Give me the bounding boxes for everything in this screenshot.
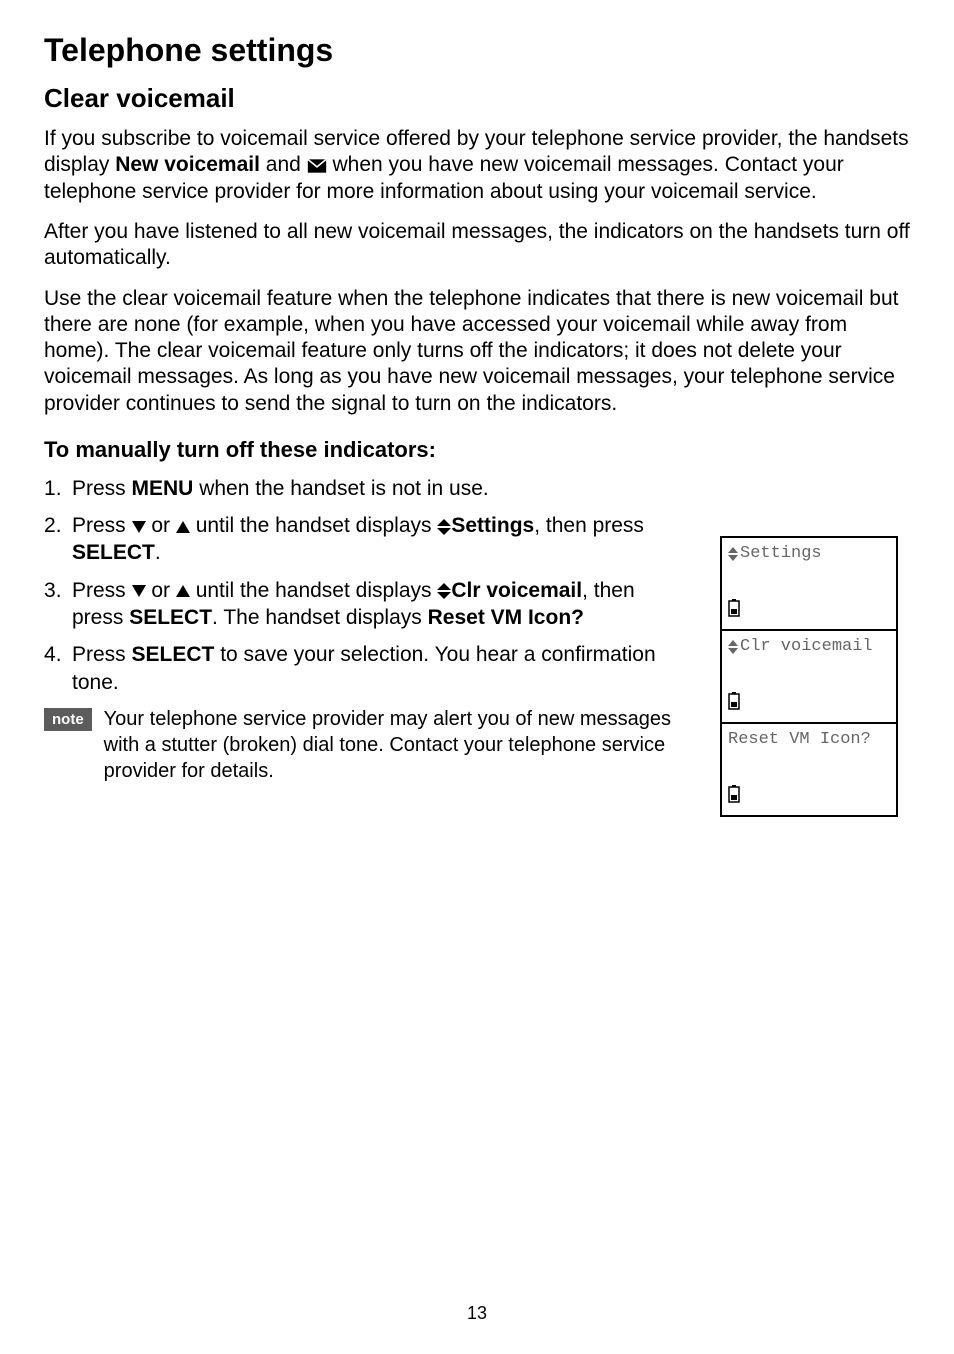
step2-c: , then press bbox=[534, 514, 644, 537]
paragraph-1: If you subscribe to voicemail service of… bbox=[44, 126, 914, 205]
step3-b: until the handset displays bbox=[190, 579, 438, 602]
step3-a: Press bbox=[72, 579, 132, 602]
updown-arrow-icon bbox=[728, 640, 738, 654]
menu-key-label: MENU bbox=[132, 477, 194, 500]
step4-a: Press bbox=[72, 643, 132, 666]
envelope-icon bbox=[307, 153, 327, 179]
step-1: Press MENU when the handset is not in us… bbox=[44, 475, 684, 502]
up-arrow-icon bbox=[176, 521, 190, 533]
step-2: Press or until the handset displays Sett… bbox=[44, 512, 684, 567]
note-badge: note bbox=[44, 708, 92, 731]
battery-icon bbox=[728, 599, 890, 623]
new-voicemail-label: New voicemail bbox=[115, 153, 260, 176]
note-block: note Your telephone service provider may… bbox=[44, 706, 694, 784]
screen-text: Clr voicemail bbox=[740, 637, 873, 656]
updown-arrow-icon bbox=[728, 547, 738, 561]
para1-part-c: and bbox=[260, 153, 307, 176]
select-key-label: SELECT bbox=[72, 541, 155, 564]
clr-voicemail-label: Clr voicemail bbox=[451, 579, 582, 602]
updown-arrow-icon bbox=[437, 583, 451, 599]
step3-or: or bbox=[146, 579, 176, 602]
subheading: To manually turn off these indicators: bbox=[44, 437, 914, 463]
down-arrow-icon bbox=[132, 521, 146, 533]
down-arrow-icon bbox=[132, 585, 146, 597]
handset-screens: Settings Clr voicemail Reset VM Icon? bbox=[720, 536, 898, 815]
steps-list: Press MENU when the handset is not in us… bbox=[44, 475, 684, 696]
step1-a: Press bbox=[72, 477, 132, 500]
screen-reset-vm: Reset VM Icon? bbox=[720, 722, 898, 817]
updown-arrow-icon bbox=[437, 519, 451, 535]
screen-clr-voicemail: Clr voicemail bbox=[720, 629, 898, 724]
paragraph-3: Use the clear voicemail feature when the… bbox=[44, 286, 914, 417]
screen-text: Reset VM Icon? bbox=[728, 730, 871, 749]
screen-text: Settings bbox=[740, 544, 822, 563]
battery-icon bbox=[728, 785, 890, 809]
step2-b: until the handset displays bbox=[190, 514, 438, 537]
screen-settings: Settings bbox=[720, 536, 898, 631]
battery-icon bbox=[728, 692, 890, 716]
step2-a: Press bbox=[72, 514, 132, 537]
step2-d: . bbox=[155, 541, 161, 564]
step2-or: or bbox=[146, 514, 176, 537]
settings-label: Settings bbox=[451, 514, 534, 537]
step-4: Press SELECT to save your selection. You… bbox=[44, 641, 684, 696]
reset-vm-label: Reset VM Icon? bbox=[428, 606, 584, 629]
select-key-label: SELECT bbox=[129, 606, 212, 629]
note-text: Your telephone service provider may aler… bbox=[104, 706, 694, 784]
step-3: Press or until the handset displays Clr … bbox=[44, 577, 684, 632]
select-key-label: SELECT bbox=[132, 643, 215, 666]
page-title: Telephone settings bbox=[44, 32, 914, 69]
step3-d: . The handset displays bbox=[212, 606, 428, 629]
page-number: 13 bbox=[0, 1303, 954, 1324]
paragraph-2: After you have listened to all new voice… bbox=[44, 219, 914, 272]
step1-b: when the handset is not in use. bbox=[193, 477, 488, 500]
section-heading: Clear voicemail bbox=[44, 83, 914, 114]
up-arrow-icon bbox=[176, 585, 190, 597]
